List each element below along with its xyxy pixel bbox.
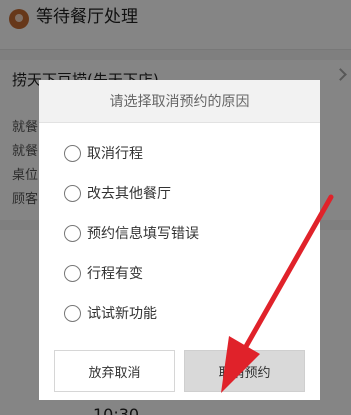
reason-option-cancel-trip[interactable]: 取消行程 [39, 133, 320, 173]
reason-option-try-feature[interactable]: 试试新功能 [39, 293, 320, 333]
reason-options: 取消行程 改去其他餐厅 预约信息填写错误 行程有变 试试新功能 [39, 123, 320, 333]
radio-unchecked-icon[interactable] [64, 264, 81, 282]
reason-option-other-restaurant[interactable]: 改去其他餐厅 [39, 173, 320, 213]
radio-unchecked-icon[interactable] [64, 184, 81, 202]
confirm-cancel-reservation-button[interactable]: 取消预约 [184, 350, 305, 392]
give-up-cancel-button[interactable]: 放弃取消 [54, 350, 175, 392]
reason-option-label: 预约信息填写错误 [87, 226, 199, 242]
radio-unchecked-icon[interactable] [64, 304, 81, 322]
dialog-buttons: 放弃取消 取消预约 [39, 350, 320, 392]
reason-option-wrong-info[interactable]: 预约信息填写错误 [39, 213, 320, 253]
reason-option-label: 行程有变 [87, 266, 143, 282]
dialog-title: 请选择取消预约的原因 [39, 80, 320, 123]
reason-option-plan-changed[interactable]: 行程有变 [39, 253, 320, 293]
radio-unchecked-icon[interactable] [64, 144, 81, 162]
reason-option-label: 试试新功能 [87, 306, 157, 322]
cancel-reason-dialog: 请选择取消预约的原因 取消行程 改去其他餐厅 预约信息填写错误 行程有变 试试新… [39, 80, 320, 400]
radio-unchecked-icon[interactable] [64, 224, 81, 242]
reason-option-label: 取消行程 [87, 146, 143, 162]
reason-option-label: 改去其他餐厅 [87, 186, 171, 202]
